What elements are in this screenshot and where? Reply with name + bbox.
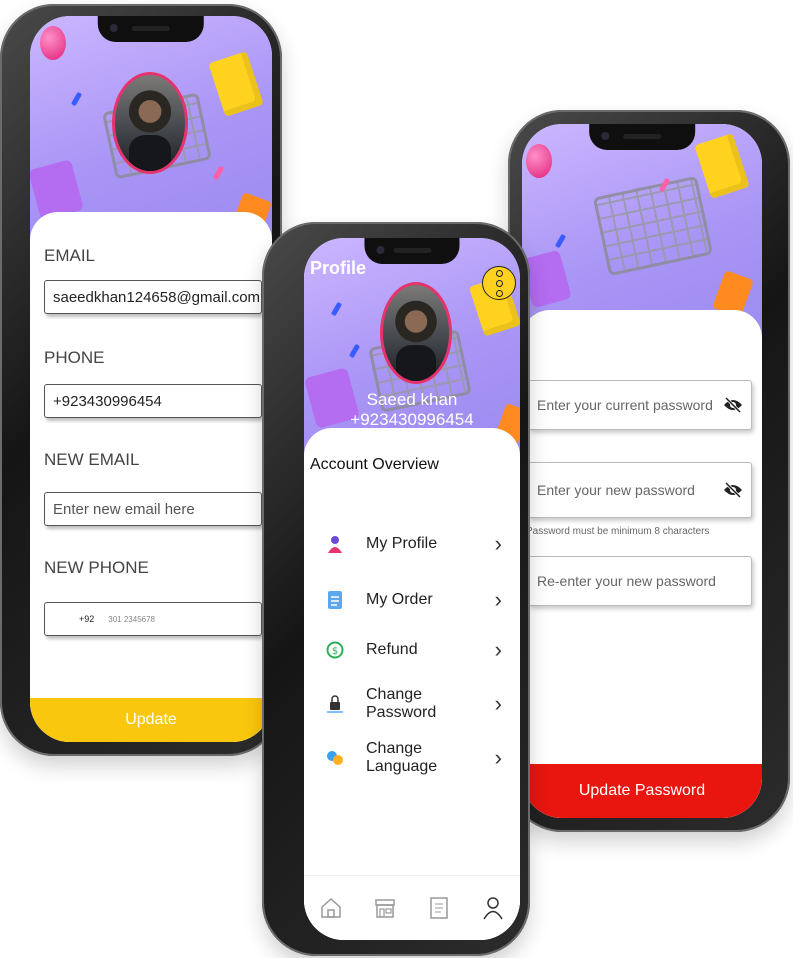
new-phone-input[interactable]: +92 301 2345678 <box>44 602 262 636</box>
left-phone: EMAIL saeedkhan124658@gmail.com PHONE +9… <box>0 4 282 756</box>
eye-off-icon[interactable] <box>723 397 743 413</box>
reenter-password-input[interactable]: Re-enter your new password <box>528 556 752 606</box>
country-code[interactable]: +92 <box>79 614 94 624</box>
menu-item-my-profile[interactable]: My Profile › <box>304 524 520 564</box>
section-title: Account Overview <box>310 456 439 473</box>
new-email-label: NEW EMAIL <box>44 450 140 469</box>
bottom-nav <box>304 875 520 940</box>
center-screen: Profile Saeed khan +923430996454 Account… <box>304 238 520 940</box>
avatar <box>112 72 188 174</box>
more-options-button[interactable] <box>482 266 516 300</box>
right-screen: Enter your current password Enter your n… <box>522 124 762 818</box>
page-title: Profile <box>310 258 367 278</box>
menu-label: Refund <box>366 641 418 658</box>
password-hint: Password must be minimum 8 characters <box>526 526 710 537</box>
order-icon <box>326 591 344 609</box>
chevron-right-icon: › <box>494 691 502 716</box>
hero-banner: Profile Saeed khan +923430996454 <box>304 238 520 458</box>
menu-label: Change Password <box>366 686 437 721</box>
lock-icon <box>326 695 344 713</box>
person-icon <box>326 535 344 553</box>
center-phone: Profile Saeed khan +923430996454 Account… <box>262 222 530 956</box>
right-phone: Enter your current password Enter your n… <box>508 110 790 832</box>
new-email-input[interactable]: Enter new email here <box>44 492 262 526</box>
more-dots-icon <box>495 269 503 297</box>
notch <box>589 124 695 150</box>
notch <box>364 238 460 264</box>
update-password-button[interactable]: Update Password <box>522 764 762 818</box>
edit-contact-card: EMAIL saeedkhan124658@gmail.com PHONE +9… <box>30 212 272 742</box>
home-icon[interactable] <box>318 895 344 921</box>
user-phone: +923430996454 <box>350 410 474 429</box>
menu-item-change-password[interactable]: Change Password › <box>304 684 520 724</box>
svg-text:$: $ <box>332 646 338 657</box>
profile-icon[interactable] <box>480 895 506 921</box>
phone-placeholder: 301 2345678 <box>108 614 155 624</box>
phone-field[interactable]: +923430996454 <box>44 384 262 418</box>
menu-label: My Order <box>366 591 433 608</box>
user-name: Saeed khan <box>366 390 458 409</box>
menu-label: My Profile <box>366 535 438 552</box>
email-label: EMAIL <box>44 246 96 265</box>
refund-icon: $ <box>326 641 344 659</box>
current-password-input[interactable]: Enter your current password <box>528 380 752 430</box>
menu-item-change-language[interactable]: Change Language › <box>304 738 520 778</box>
chevron-right-icon: › <box>494 587 502 612</box>
eye-off-icon[interactable] <box>723 482 743 498</box>
avatar <box>380 282 452 384</box>
chevron-right-icon: › <box>494 637 502 662</box>
new-password-placeholder: Enter your new password <box>537 482 695 498</box>
chevron-right-icon: › <box>494 745 502 770</box>
new-phone-label: NEW PHONE <box>44 558 149 577</box>
store-icon[interactable] <box>372 895 398 921</box>
chevron-right-icon: › <box>494 531 502 556</box>
change-password-card: Enter your current password Enter your n… <box>522 310 762 818</box>
update-button[interactable]: Update <box>30 698 272 742</box>
account-card: Account Overview My Profile › My Order ›… <box>304 428 520 940</box>
new-password-input[interactable]: Enter your new password <box>528 462 752 518</box>
email-field[interactable]: saeedkhan124658@gmail.com <box>44 280 262 314</box>
orders-icon[interactable] <box>426 895 452 921</box>
language-icon <box>326 749 344 767</box>
left-screen: EMAIL saeedkhan124658@gmail.com PHONE +9… <box>30 16 272 742</box>
menu-item-my-order[interactable]: My Order › <box>304 580 520 620</box>
current-password-placeholder: Enter your current password <box>537 397 713 413</box>
reenter-password-placeholder: Re-enter your new password <box>537 573 716 589</box>
phone-label: PHONE <box>44 348 105 367</box>
notch <box>97 16 205 42</box>
menu-label: Change Language <box>366 740 438 775</box>
menu-item-refund[interactable]: $ Refund › <box>304 630 520 670</box>
